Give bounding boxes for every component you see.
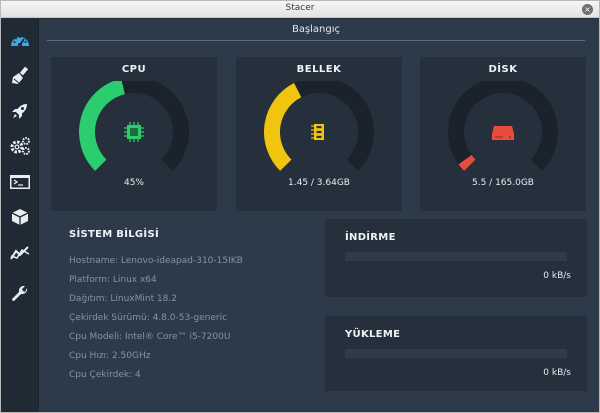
disk-gauge xyxy=(448,81,558,171)
cpu-gauge-card: CPU 45% xyxy=(51,57,217,211)
chart-line-icon xyxy=(10,246,30,260)
disk-gauge-track xyxy=(448,81,558,171)
sidebar-item-uninstaller[interactable] xyxy=(5,202,35,232)
info-cpu-cores: Cpu Çekirdek: 4 xyxy=(69,370,141,380)
page-title: Başlangıç xyxy=(291,24,341,35)
disk-gauge-value: 5.5 / 165.0GB xyxy=(472,178,534,188)
disk-gauge-card: DİSK 5.5 / 165.0GB xyxy=(420,57,586,211)
info-cpu-model: Cpu Modeli: Intel® Core™ i5-7200U xyxy=(69,332,231,342)
sidebar-item-cleaner[interactable] xyxy=(5,61,35,91)
dashboard-icon xyxy=(11,36,29,47)
memory-gauge-title: BELLEK xyxy=(296,64,342,75)
download-panel: İNDİRME 0 kB/s xyxy=(325,219,587,297)
memory-gauge-value: 1.45 / 3.64GB xyxy=(288,178,350,188)
sidebar-item-resources[interactable] xyxy=(5,238,35,268)
wrench-icon xyxy=(11,285,28,302)
memory-gauge-card: BELLEK 1.45 / 3.64GB xyxy=(236,57,402,211)
sidebar-item-dashboard[interactable] xyxy=(5,25,35,55)
dashboard-panel: Başlangıç CPU 45% BELLEK 1.45 / 3.64GB D… xyxy=(39,19,599,412)
info-platform: Platform: Linux x64 xyxy=(69,275,157,285)
close-button[interactable]: × xyxy=(582,4,593,15)
disk-gauge-fill xyxy=(458,154,476,171)
info-distribution: Dağıtım: LinuxMint 18.2 xyxy=(69,294,177,304)
download-bar xyxy=(345,252,567,261)
download-speed: 0 kB/s xyxy=(543,271,571,281)
sidebar-item-startup[interactable] xyxy=(5,96,35,126)
page-header: Başlangıç xyxy=(47,19,585,41)
cpu-gauge-fill xyxy=(79,81,126,171)
memory-ram-icon xyxy=(311,124,324,140)
title-bar: Stacer × xyxy=(1,1,599,18)
rocket-icon xyxy=(12,104,27,119)
hard-disk-icon xyxy=(492,126,514,140)
info-hostname: Hostname: Lenovo-ideapad-310-15IKB xyxy=(69,256,243,266)
memory-gauge xyxy=(264,81,374,171)
system-info-title: SİSTEM BİLGİSİ xyxy=(69,229,159,240)
app-window: Stacer × Başlangıç CPU 45% BELLEK 1.45 /… xyxy=(0,0,600,413)
window-title: Stacer xyxy=(285,3,315,13)
cpu-gauge xyxy=(79,81,189,171)
package-icon xyxy=(11,209,29,225)
sidebar-item-settings[interactable] xyxy=(5,279,35,309)
sidebar-item-processes[interactable] xyxy=(5,167,35,197)
system-info-panel: SİSTEM BİLGİSİ Hostname: Lenovo-ideapad-… xyxy=(61,219,331,405)
info-cpu-speed: Cpu Hızı: 2.50GHz xyxy=(69,351,151,361)
gears-icon xyxy=(10,137,30,155)
disk-gauge-title: DİSK xyxy=(488,64,518,75)
cpu-gauge-value: 45% xyxy=(123,178,144,188)
cpu-chip-icon xyxy=(124,122,144,142)
upload-title: YÜKLEME xyxy=(345,329,401,340)
download-title: İNDİRME xyxy=(345,232,396,243)
broom-icon xyxy=(12,66,29,84)
sidebar-item-services[interactable] xyxy=(5,131,35,161)
terminal-icon xyxy=(10,175,30,189)
upload-bar xyxy=(345,349,567,358)
upload-speed: 0 kB/s xyxy=(543,368,571,378)
info-kernel: Çekirdek Sürümü: 4.8.0-53-generic xyxy=(69,313,228,323)
upload-panel: YÜKLEME 0 kB/s xyxy=(325,316,587,391)
memory-gauge-fill xyxy=(264,82,302,171)
sidebar xyxy=(1,19,39,412)
cpu-gauge-title: CPU xyxy=(121,64,147,75)
